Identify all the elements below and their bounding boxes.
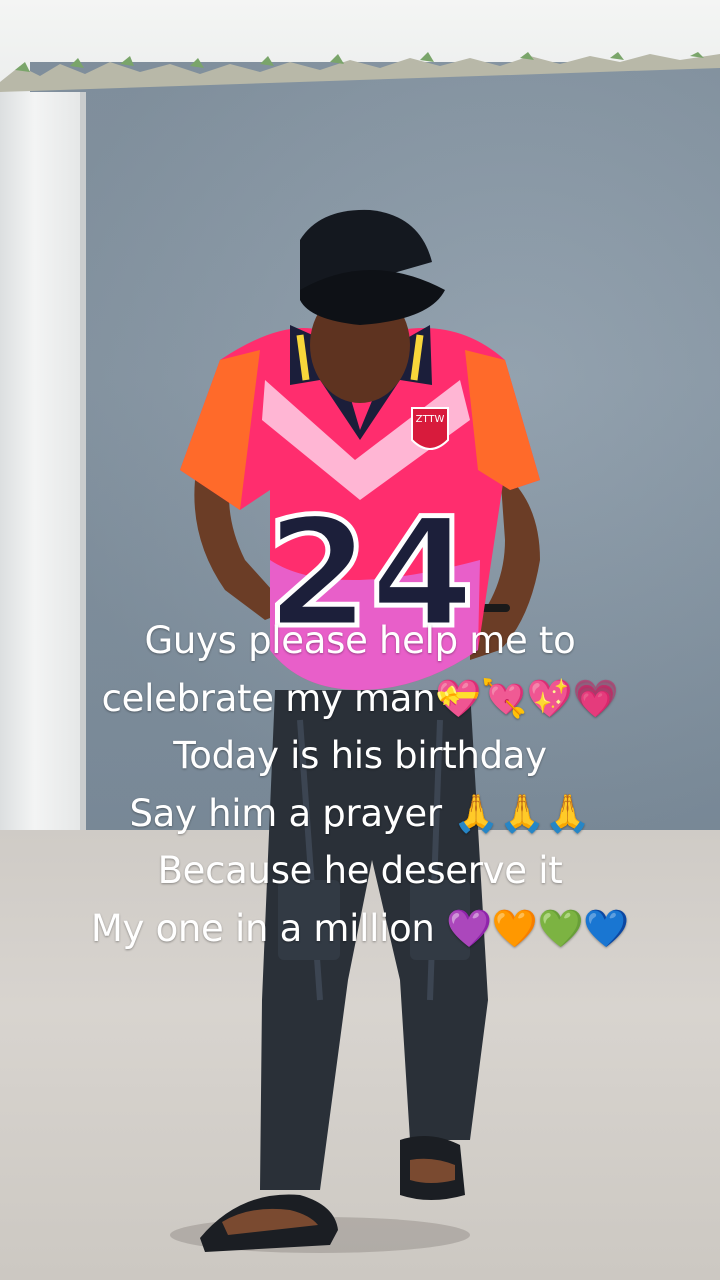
caption-line-2: celebrate my man💝💘💖💗	[101, 676, 619, 720]
caption-line-1: Guys please help me to	[144, 619, 576, 662]
photo-post: ZTTW 24 Guys please help me to celebrate…	[0, 0, 720, 1280]
badge-label: ZTTW	[416, 414, 445, 425]
caption-overlay: Guys please help me to celebrate my man💝…	[0, 612, 720, 957]
caption-line-4: Say him a prayer 🙏🙏🙏	[129, 791, 591, 835]
caption-line-6: My one in a million 💜🧡💚💙	[90, 906, 630, 950]
caption-line-5: Because he deserve it	[157, 849, 563, 892]
caption-line-3: Today is his birthday	[173, 734, 547, 777]
